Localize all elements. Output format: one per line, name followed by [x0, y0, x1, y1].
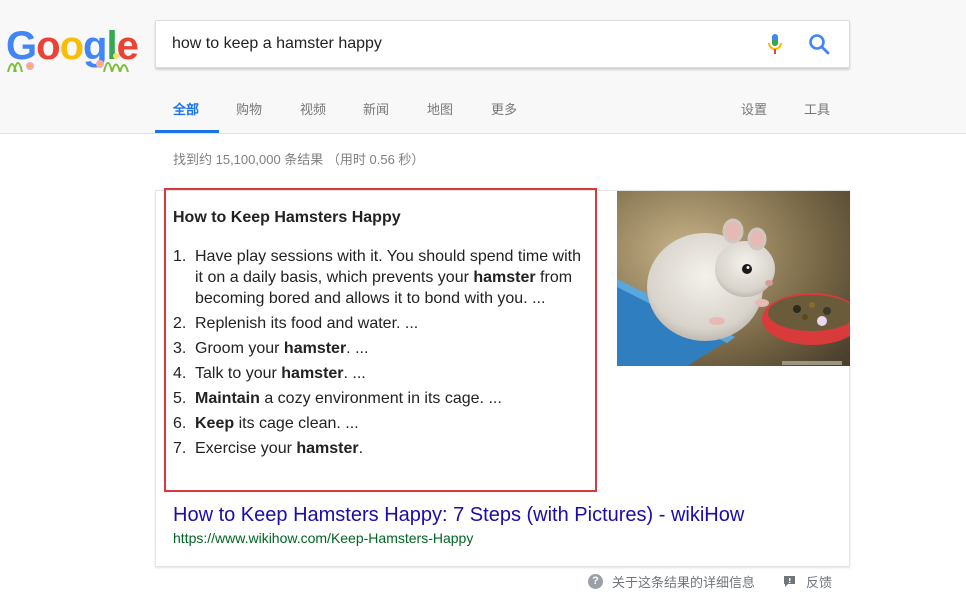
flower-decoration-icon [7, 53, 129, 72]
tab-more[interactable]: 更多 [491, 88, 517, 133]
tab-shopping[interactable]: 购物 [236, 88, 262, 133]
about-result-link[interactable]: ? 关于这条结果的详细信息 [588, 572, 755, 590]
microphone-icon[interactable] [763, 32, 787, 56]
result-url[interactable]: https://www.wikihow.com/Keep-Hamsters-Ha… [173, 530, 473, 546]
result-stats: 找到约 15,100,000 条结果 （用时 0.56 秒） [173, 152, 425, 167]
question-circle-icon: ? [588, 573, 603, 589]
feedback-link[interactable]: 反馈 [783, 572, 832, 590]
feedback-flag-icon [784, 575, 795, 587]
highlight-box [164, 188, 597, 492]
hamster-thumbnail-image[interactable] [617, 191, 850, 366]
feedback-label: 反馈 [806, 574, 833, 590]
tab-maps[interactable]: 地图 [427, 88, 453, 133]
google-logo[interactable]: Google [4, 18, 139, 76]
tab-settings[interactable]: 设置 [741, 88, 767, 133]
result-title-link[interactable]: How to Keep Hamsters Happy: 7 Steps (wit… [173, 504, 744, 527]
search-box [155, 20, 850, 68]
search-input[interactable] [172, 21, 732, 67]
tab-news[interactable]: 新闻 [363, 88, 389, 133]
about-result-label: 关于这条结果的详细信息 [612, 574, 756, 590]
tab-videos[interactable]: 视频 [300, 88, 326, 133]
search-icon[interactable] [807, 32, 831, 56]
tab-all[interactable]: 全部 [155, 88, 219, 133]
header-bar: Google 全部 购物 视频 新闻 地图 更多 设置 [0, 0, 966, 134]
tab-tools[interactable]: 工具 [804, 88, 830, 133]
